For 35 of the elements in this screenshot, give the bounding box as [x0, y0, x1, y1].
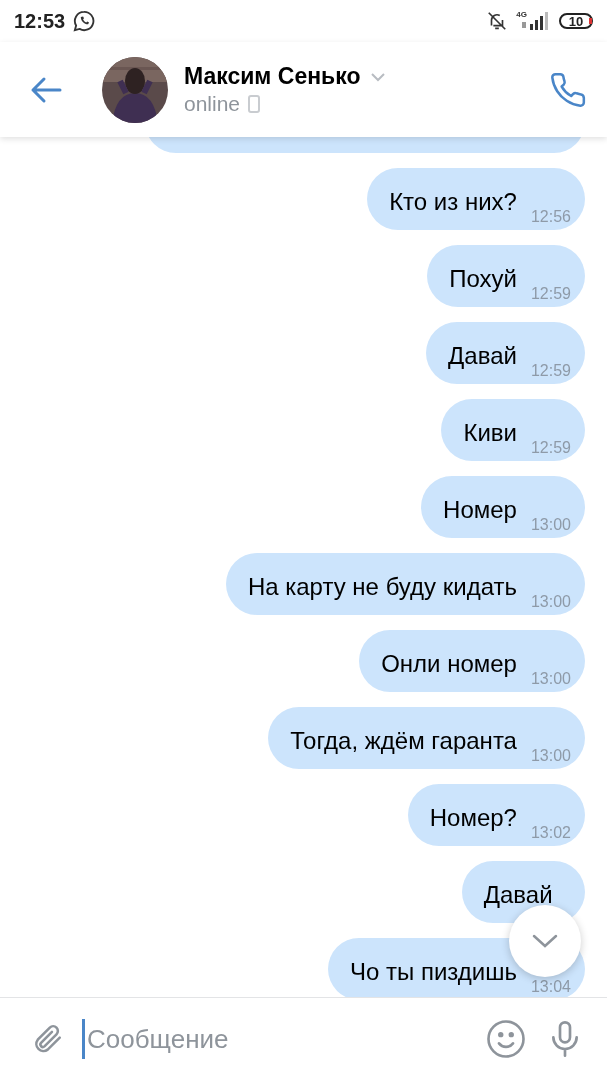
battery-indicator: 10 [559, 13, 593, 29]
bell-off-icon [486, 10, 509, 32]
message-time: 13:00 [530, 593, 571, 611]
chat-bubble-icon [73, 10, 96, 32]
message-text: Похуй [449, 265, 517, 293]
message-text: Давай [448, 342, 517, 370]
phone-device-icon [248, 95, 261, 113]
message-text: Чо ты пиздишь [350, 958, 517, 986]
message-time: 13:04 [530, 978, 571, 996]
network-label: 4G [516, 10, 527, 19]
online-status: online [184, 92, 241, 116]
message-text: Тогда, ждём гаранта [290, 727, 517, 755]
message-time: 12:59 [530, 362, 571, 380]
chevron-down-icon[interactable] [531, 933, 559, 949]
chevron-down-icon[interactable] [370, 71, 387, 82]
message-time: 13:00 [530, 516, 571, 534]
call-icon[interactable] [549, 70, 587, 109]
status-time: 12:53 [14, 9, 66, 33]
message-time: 12:56 [530, 208, 571, 226]
message-text: Давай [483, 881, 553, 909]
message-time: 13:00 [530, 670, 571, 688]
message-text: На карту не буду кидать [247, 573, 517, 601]
message-text: Номер [443, 496, 517, 524]
contact-name[interactable]: Максим Сенько [184, 63, 361, 90]
message-text: Онли номер [381, 650, 517, 678]
message-text: Киви [463, 419, 517, 447]
message-time: 12:59 [530, 285, 571, 303]
emoji-icon[interactable] [485, 1018, 527, 1060]
message-time: 12:59 [530, 439, 571, 457]
message-time: 13:02 [530, 824, 571, 842]
back-icon[interactable] [30, 75, 62, 104]
message-input[interactable]: Сообщение [82, 1019, 467, 1059]
message-time: 13:00 [530, 747, 571, 765]
message-text: Номер? [429, 804, 517, 832]
message-text: Кто из них? [389, 188, 517, 216]
